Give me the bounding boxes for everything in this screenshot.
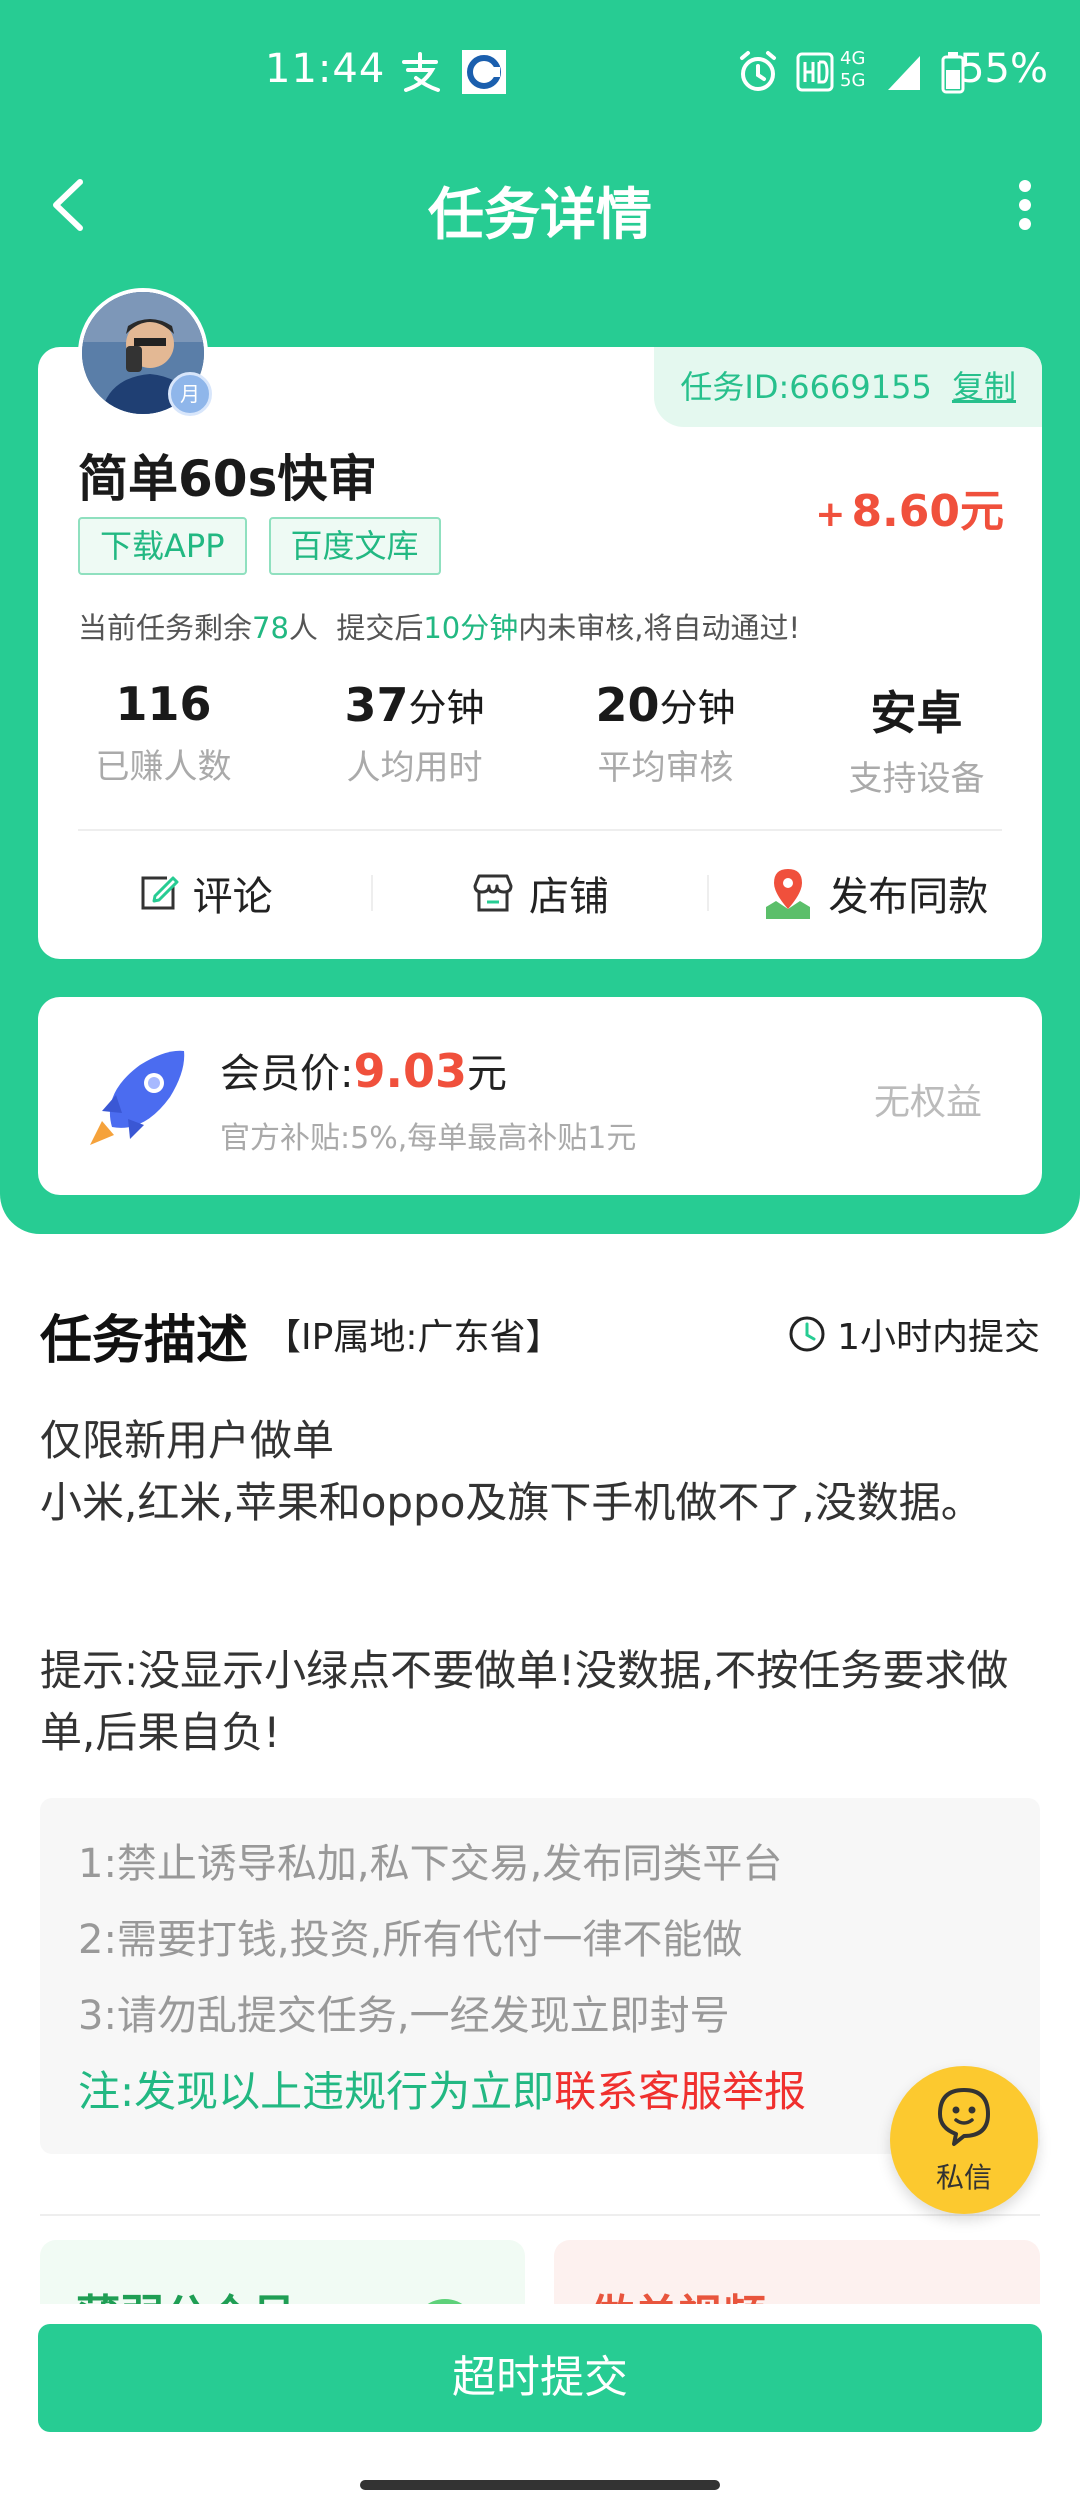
rule-item: 2:需要打钱,投资,所有代付一律不能做	[78, 1917, 743, 1963]
tag-download-app: 下载APP	[78, 517, 247, 575]
stat-label: 支持设备	[848, 759, 985, 799]
bank-app-icon	[462, 50, 506, 94]
stat-label: 已赚人数	[95, 747, 232, 787]
battery-level: 55%	[959, 46, 1048, 92]
rule-item: 3:请勿乱提交任务,一经发现立即封号	[78, 1993, 730, 2039]
comment-label: 评论	[192, 874, 273, 920]
member-price-label: 会员价:	[220, 1051, 354, 1097]
clock-icon	[789, 1316, 825, 1352]
hint-prefix: 当前任务剩余	[78, 611, 253, 645]
task-card: 任务ID:6669155 复制 简单60s快审 +8.60元 下载APP 百度文…	[38, 347, 1042, 959]
stat-avg-review: 20分钟 平均审核	[540, 677, 791, 797]
hd-icon	[796, 52, 834, 92]
description-tip: 提示:没显示小绿点不要做单!没数据,不按任务要求做单,后果自负!	[40, 1646, 1009, 1757]
stat-value: 37	[344, 678, 409, 732]
reward-sign: +	[815, 494, 846, 535]
member-price-unit: 元	[466, 1051, 507, 1097]
stat-avg-time: 37分钟 人均用时	[289, 677, 540, 797]
publish-same-label: 发布同款	[828, 874, 989, 920]
comment-button[interactable]: 评论	[38, 864, 371, 922]
tag-baidu-wenku: 百度文库	[268, 517, 441, 575]
private-message-label: 私信	[935, 2161, 992, 2194]
rule-note: 注:发现以上违规行为立即联系客服举报	[78, 2054, 1002, 2130]
task-reward: +8.60元	[815, 475, 1004, 539]
edit-icon	[141, 876, 179, 910]
submit-button[interactable]: 超时提交	[38, 2324, 1042, 2432]
shop-icon	[473, 874, 513, 912]
member-card[interactable]: 会员价:9.03元 官方补贴:5%,每单最高补贴1元 无权益	[38, 997, 1042, 1195]
rocket-icon	[90, 1050, 185, 1145]
stat-value: 116	[115, 677, 212, 731]
member-subsidy: 官方补贴:5%,每单最高补贴1元	[220, 1121, 637, 1156]
task-id: 任务ID:6669155	[680, 368, 932, 406]
rule-note-text: 注:发现以上违规行为立即	[78, 2067, 555, 2116]
publish-same-button[interactable]: 发布同款	[709, 864, 1042, 922]
ip-location: 【IP属地:广东省】	[265, 1317, 562, 1358]
copy-id-button[interactable]: 复制	[952, 368, 1016, 406]
stat-label: 平均审核	[597, 748, 734, 788]
task-id-box: 任务ID:6669155 复制	[654, 347, 1042, 427]
chat-bubble-icon	[938, 2088, 990, 2146]
stat-earned-users: 116 已赚人数	[38, 677, 289, 797]
task-title: 简单60s快审	[78, 450, 378, 508]
member-price-value: 9.03	[353, 1044, 467, 1098]
private-message-button[interactable]: 私信	[890, 2066, 1038, 2214]
rule-item: 1:禁止诱导私加,私下交易,发布同类平台	[78, 1841, 783, 1887]
deadline: 1小时内提交	[787, 1308, 1040, 1360]
description-line: 小米,红米,苹果和oppo及旗下手机做不了,没数据。	[40, 1478, 983, 1527]
member-price: 会员价:9.03元	[220, 1041, 507, 1099]
description-header: 任务描述 【IP属地:广东省】 1小时内提交	[40, 1290, 1040, 1371]
page-title: 任务详情	[428, 183, 652, 248]
shop-label: 店铺	[528, 874, 609, 920]
task-stats: 116 已赚人数 37分钟 人均用时 20分钟 平均审核 安卓 支持设备	[38, 677, 1042, 799]
hint-remaining-count: 78	[252, 611, 289, 645]
deadline-text: 1小时内提交	[837, 1317, 1040, 1358]
home-indicator[interactable]	[360, 2480, 720, 2490]
section-divider	[40, 2214, 1040, 2216]
network-type: 4G 5G	[840, 48, 866, 91]
bottom-bar: 超时提交	[0, 2304, 1080, 2520]
card-divider	[78, 829, 1002, 831]
stat-label: 人均用时	[346, 748, 483, 788]
task-hint: 当前任务剩余78人 提交后10分钟内未审核,将自动通过!	[78, 605, 800, 647]
stat-device: 安卓 支持设备	[791, 677, 1042, 799]
stat-unit: 分钟	[408, 686, 485, 730]
member-badge: 月	[168, 372, 212, 416]
nav-bar: 任务详情	[0, 150, 1080, 260]
hint-mid: 人 提交后	[288, 611, 424, 645]
more-menu-button[interactable]	[1000, 170, 1050, 240]
stat-value: 20	[595, 678, 660, 732]
description-text: 仅限新用户做单 小米,红米,苹果和oppo及旗下手机做不了,没数据。	[40, 1410, 1040, 1534]
contact-service-link[interactable]: 联系客服举报	[554, 2067, 806, 2116]
alarm-icon	[740, 51, 776, 91]
description-line: 仅限新用户做单	[40, 1416, 335, 1465]
description-title: 任务描述	[40, 1311, 249, 1371]
stat-value: 安卓	[870, 686, 963, 740]
reward-amount: 8.60元	[851, 486, 1004, 537]
hint-suffix: 内未审核,将自动通过!	[518, 611, 801, 645]
rules-box: 1:禁止诱导私加,私下交易,发布同类平台 2:需要打钱,投资,所有代付一律不能做…	[40, 1798, 1040, 2154]
member-rights: 无权益	[873, 1082, 982, 1123]
stat-unit: 分钟	[659, 686, 736, 730]
alipay-icon	[402, 52, 440, 92]
shop-button[interactable]: 店铺	[373, 864, 706, 922]
hint-review-time: 10分钟	[423, 611, 519, 645]
task-tags: 下载APP 百度文库	[78, 517, 441, 575]
status-bar: 11:44 4G 5G 55%	[0, 40, 1080, 110]
location-map-icon	[766, 869, 811, 919]
task-actions: 评论 店铺 发布同款	[38, 833, 1042, 953]
status-time: 11:44	[265, 46, 386, 92]
signal-icon	[888, 56, 920, 90]
